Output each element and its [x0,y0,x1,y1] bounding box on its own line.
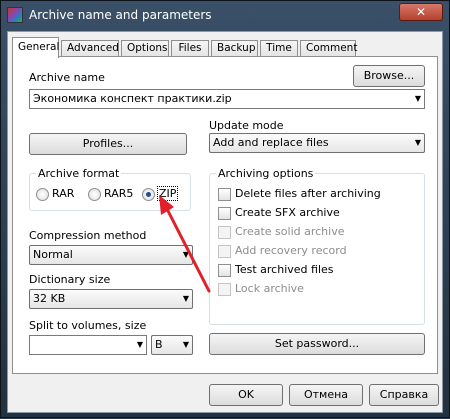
tab-options[interactable]: Options [121,40,169,57]
profiles-button[interactable]: Profiles... [29,133,187,155]
chevron-down-icon: ▼ [414,138,421,147]
radio-zip-label[interactable]: ZIP [157,186,179,201]
test-files-label[interactable]: Test archived files [235,263,334,276]
chevron-down-icon: ▼ [136,340,143,349]
recovery-record-checkbox [218,245,231,258]
ok-button[interactable]: OK [209,384,283,406]
radio-zip[interactable] [142,188,155,201]
update-mode-select[interactable]: Add and replace files ▼ [209,133,425,153]
close-button[interactable]: ✕ [399,3,443,21]
create-solid-checkbox [218,226,231,239]
archive-name-combo[interactable]: Экономика конспект практики.zip ▼ [29,89,425,109]
tab-general[interactable]: General [12,37,59,58]
split-volumes-combo[interactable]: ▼ [29,335,147,355]
set-password-button[interactable]: Set password... [209,333,425,355]
chevron-down-icon: ▼ [182,294,189,303]
compression-method-label: Compression method [29,229,147,242]
create-sfx-checkbox[interactable] [218,207,231,220]
dictionary-size-label: Dictionary size [29,273,111,286]
delete-files-checkbox[interactable] [218,188,231,201]
delete-files-label[interactable]: Delete files after archiving [235,187,381,200]
archiving-options-title: Archiving options [216,167,316,180]
create-solid-label: Create solid archive [235,225,345,238]
lock-archive-checkbox [218,283,231,296]
tab-advanced[interactable]: Advanced [61,40,119,57]
split-unit-value: B [155,338,163,351]
general-panel: Archive name Browse... Экономика конспек… [12,56,438,374]
browse-button[interactable]: Browse... [353,65,425,87]
update-mode-value: Add and replace files [213,136,329,149]
split-unit-select[interactable]: B ▼ [151,335,193,355]
chevron-down-icon: ▼ [414,94,421,103]
archive-format-title: Archive format [36,167,122,180]
tab-backup[interactable]: Backup [211,40,258,57]
dialog-body: General Advanced Options Files Backup Ti… [7,31,443,413]
test-files-checkbox[interactable] [218,264,231,277]
chevron-down-icon: ▼ [182,250,189,259]
create-sfx-label[interactable]: Create SFX archive [235,206,340,219]
chevron-down-icon: ▼ [182,340,189,349]
recovery-record-label: Add recovery record [235,244,347,257]
archive-format-group: Archive format RAR RAR5 ZIP [29,167,191,211]
compression-method-select[interactable]: Normal ▼ [29,245,193,265]
tab-comment[interactable]: Comment [300,40,357,57]
lock-archive-label: Lock archive [235,282,304,295]
archive-name-value: Экономика конспект практики.zip [33,92,232,105]
dictionary-size-value: 32 KB [33,292,66,305]
archiving-options-group: Archiving options Delete files after arc… [209,167,425,325]
radio-rar-label[interactable]: RAR [52,187,74,200]
compression-method-value: Normal [33,248,73,261]
cancel-button[interactable]: Отмена [289,384,363,406]
tab-time[interactable]: Time [260,40,298,57]
split-volumes-label: Split to volumes, size [29,319,147,332]
title-bar[interactable]: Archive name and parameters ✕ [1,1,449,29]
update-mode-label: Update mode [209,119,284,132]
help-button[interactable]: Справка [369,384,439,406]
winrar-books-icon [7,7,23,23]
archive-name-label: Archive name [29,71,105,84]
tab-files[interactable]: Files [171,40,209,57]
window-title: Archive name and parameters [29,8,212,22]
radio-rar5[interactable] [88,188,101,201]
dialog-window: Archive name and parameters ✕ General Ad… [0,0,450,418]
dictionary-size-select[interactable]: 32 KB ▼ [29,289,193,309]
radio-rar5-label[interactable]: RAR5 [104,187,133,200]
radio-rar[interactable] [36,188,49,201]
